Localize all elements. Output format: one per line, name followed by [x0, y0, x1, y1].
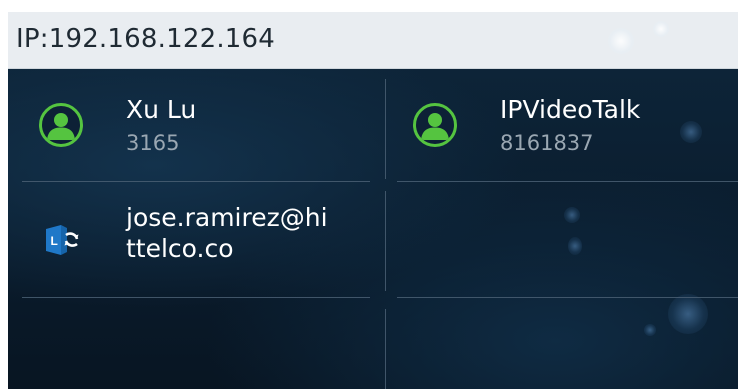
status-bar: IP:192.168.122.164 — [8, 12, 738, 69]
contact-number: 3165 — [126, 131, 180, 155]
contact-number: 8161837 — [500, 131, 594, 155]
empty-contact-slot[interactable] — [386, 298, 738, 389]
contact-tile-ipvideotalk[interactable]: IPVideoTalk 8161837 — [386, 69, 738, 181]
lync-icon: L — [44, 222, 80, 258]
contacts-grid: Xu Lu 3165 IPVideoTalk 8161837 L jose.ra… — [8, 69, 738, 389]
person-icon — [39, 103, 83, 147]
contact-tile-lync[interactable]: L jose.ramirez@hi ttelco.co — [8, 182, 385, 297]
empty-contact-slot[interactable] — [8, 298, 385, 389]
person-icon — [413, 103, 457, 147]
ip-address-label: IP:192.168.122.164 — [16, 24, 276, 54]
sip-address-line-1: jose.ramirez@hi — [126, 203, 328, 232]
status-bar-glow-decoration — [653, 21, 669, 37]
contact-name: IPVideoTalk — [500, 95, 641, 124]
phone-screen: IP:192.168.122.164 Xu Lu 3165 IPVideoTal… — [8, 12, 738, 389]
contact-name: Xu Lu — [126, 95, 197, 124]
sip-address-line-2: ttelco.co — [126, 234, 234, 263]
status-bar-glow-decoration — [608, 28, 634, 54]
svg-text:L: L — [51, 234, 58, 248]
contact-tile-xu-lu[interactable]: Xu Lu 3165 — [8, 69, 385, 181]
empty-contact-slot[interactable] — [386, 182, 738, 297]
contact-sip-address: jose.ramirez@hi ttelco.co — [126, 202, 386, 264]
